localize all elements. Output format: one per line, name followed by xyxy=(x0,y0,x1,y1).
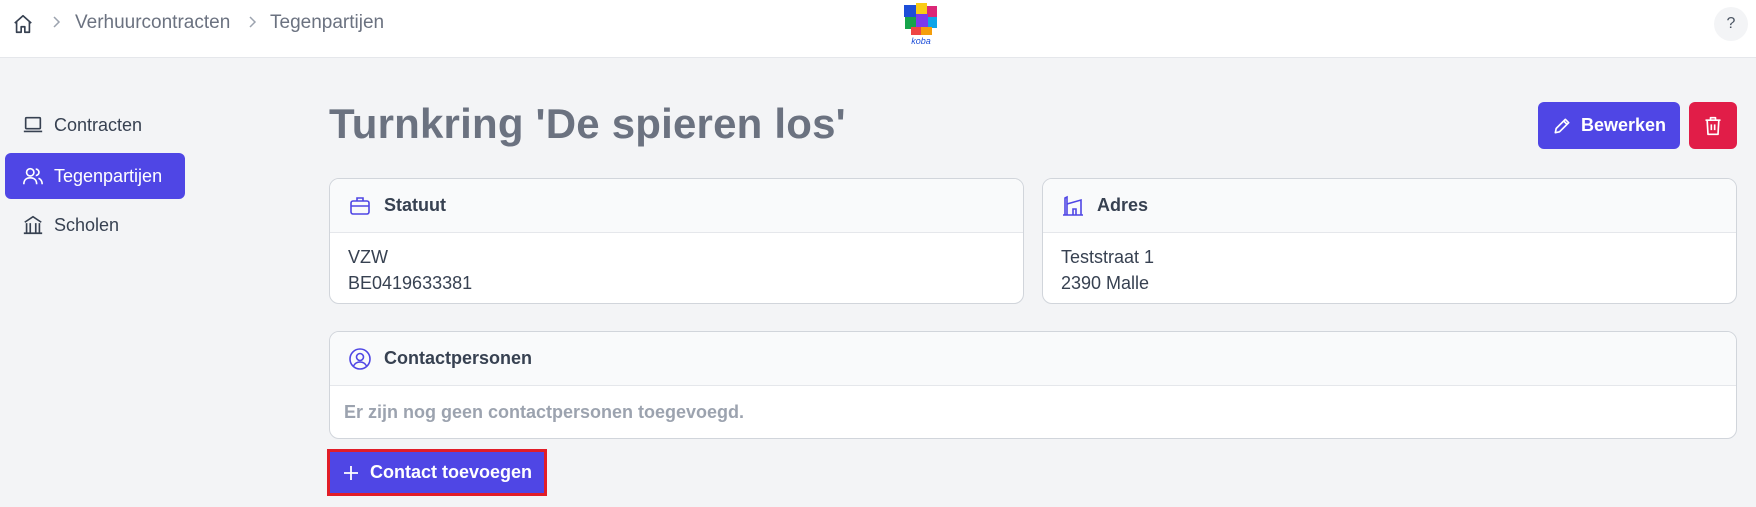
briefcase-icon xyxy=(350,196,370,215)
user-circle-icon xyxy=(349,347,371,370)
add-contact-button[interactable]: Contact toevoegen xyxy=(327,449,547,496)
chevron-right-icon xyxy=(53,16,61,28)
contactpersonen-title: Contactpersonen xyxy=(384,348,533,368)
contactpersonen-empty-text: Er zijn nog geen contactpersonen toegevo… xyxy=(344,402,745,422)
page-title: Turnkring 'De spieren los' xyxy=(329,100,846,147)
trash-icon xyxy=(1705,116,1721,135)
pencil-icon xyxy=(1554,118,1570,133)
edit-button[interactable]: Bewerken xyxy=(1538,102,1680,149)
adres-card: Adres Teststraat 1 2390 Malle xyxy=(1042,178,1737,304)
statuut-card-header: Statuut xyxy=(330,179,1023,233)
statuut-type: VZW xyxy=(348,247,388,267)
building-icon xyxy=(1063,195,1083,216)
statuut-company-number: BE0419633381 xyxy=(348,273,473,293)
sidebar-item-scholen[interactable]: Scholen xyxy=(5,202,185,248)
add-contact-label: Contact toevoegen xyxy=(369,462,533,482)
plus-icon xyxy=(343,465,358,480)
school-building-icon xyxy=(23,215,43,235)
adres-city: 2390 Malle xyxy=(1061,273,1150,293)
breadcrumb-tegenpartijen[interactable]: Tegenpartijen xyxy=(270,12,384,34)
contactpersonen-card: Contactpersonen Er zijn nog geen contact… xyxy=(329,331,1737,439)
delete-button[interactable] xyxy=(1689,102,1737,149)
sidebar-item-contracten[interactable]: Contracten xyxy=(5,102,185,148)
edit-button-label: Bewerken xyxy=(1580,115,1667,135)
users-icon xyxy=(23,167,43,185)
help-button[interactable]: ? xyxy=(1714,7,1748,41)
koba-logo[interactable]: koba xyxy=(902,2,940,46)
statuut-title: Statuut xyxy=(384,195,446,215)
svg-text:koba: koba xyxy=(911,36,931,46)
breadcrumb-verhuurcontracten[interactable]: Verhuurcontracten xyxy=(75,12,230,34)
adres-card-header: Adres xyxy=(1043,179,1736,233)
contactpersonen-card-header: Contactpersonen xyxy=(330,332,1736,386)
laptop-icon xyxy=(23,116,43,133)
sidebar-item-tegenpartijen[interactable]: Tegenpartijen xyxy=(5,153,185,199)
adres-title: Adres xyxy=(1097,195,1149,215)
adres-street: Teststraat 1 xyxy=(1061,247,1155,267)
top-bar: Verhuurcontracten Tegenpartijen koba ? xyxy=(0,0,1756,58)
home-icon[interactable] xyxy=(12,13,34,35)
statuut-card: Statuut VZW BE0419633381 xyxy=(329,178,1024,304)
chevron-right-icon xyxy=(249,16,257,28)
